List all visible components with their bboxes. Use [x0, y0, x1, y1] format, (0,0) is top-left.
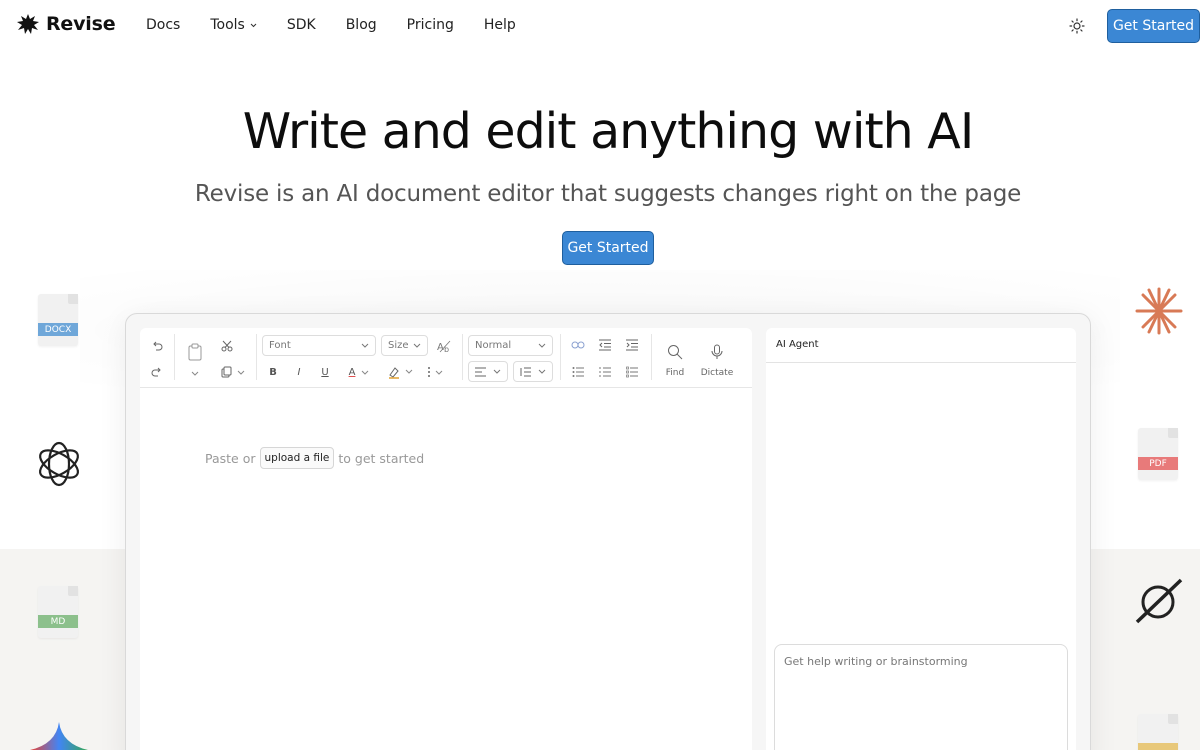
theme-toggle-sun-icon[interactable] [1069, 18, 1085, 38]
underline-button[interactable]: U [318, 365, 332, 379]
copy-icon[interactable] [220, 365, 248, 379]
docx-file-icon: DOCX [38, 294, 78, 346]
chevron-down-icon [413, 343, 421, 348]
paragraph-style-select[interactable]: Normal [468, 335, 553, 356]
size-select-label: Size [388, 340, 409, 351]
nav-link-label: SDK [286, 17, 316, 33]
placeholder-before: Paste or [205, 450, 256, 466]
indent-increase-icon[interactable] [625, 338, 639, 352]
dictate-button[interactable]: Dictate [700, 339, 734, 383]
paste-options-chevron-icon[interactable] [190, 368, 200, 378]
openai-logo-icon [33, 438, 85, 494]
nav-link-label: Pricing [406, 17, 454, 33]
nav-link-help[interactable]: Help [484, 17, 516, 33]
dictate-label: Dictate [700, 368, 734, 378]
nav-link-pricing[interactable]: Pricing [407, 17, 454, 33]
line-spacing-select[interactable] [513, 361, 553, 382]
brand-name: Revise [46, 13, 116, 35]
claude-logo-icon [1134, 286, 1184, 340]
paste-icon[interactable] [186, 342, 204, 362]
align-left-icon [475, 367, 486, 376]
font-color-label: A [348, 366, 356, 378]
txt-file-icon [1138, 714, 1178, 750]
line-spacing-icon [520, 367, 531, 376]
md-file-icon: MD [38, 586, 78, 638]
top-nav: Revise Docs Tools SDK Blog Pricing Help … [0, 0, 1200, 52]
placeholder-after: to get started [338, 450, 425, 466]
italic-button[interactable]: I [292, 365, 306, 379]
pdf-file-icon: PDF [1138, 428, 1178, 480]
indent-decrease-icon[interactable] [598, 338, 612, 352]
highlight-icon[interactable] [386, 364, 416, 380]
microphone-icon [711, 344, 723, 359]
checklist-icon[interactable] [625, 365, 639, 379]
file-tag: DOCX [38, 323, 78, 336]
link-icon[interactable] [570, 339, 586, 351]
nav-link-label: Docs [146, 17, 181, 33]
ai-agent-title: AI Agent [766, 328, 1076, 363]
nav-link-blog[interactable]: Blog [346, 17, 377, 33]
chevron-down-icon[interactable] [434, 365, 444, 379]
font-select-label: Font [269, 340, 291, 351]
cut-icon[interactable] [220, 339, 234, 353]
clear-formatting-icon[interactable]: Ab [436, 338, 452, 354]
ai-agent-panel: AI Agent Get help writing or brainstormi… [766, 328, 1076, 750]
nav-link-docs[interactable]: Docs [146, 17, 180, 33]
nav-link-label: Tools [210, 17, 245, 33]
alignment-select[interactable] [468, 361, 508, 382]
logo[interactable]: Revise [16, 13, 116, 35]
chevron-down-icon [538, 369, 546, 374]
grok-logo-icon [1133, 578, 1185, 630]
chevron-down-icon [538, 343, 546, 348]
size-select[interactable]: Size [381, 335, 428, 356]
more-options-icon[interactable] [424, 365, 434, 379]
bold-button[interactable]: B [266, 365, 280, 379]
font-select[interactable]: Font [262, 335, 376, 356]
search-icon [668, 345, 683, 360]
nav-links: Docs Tools SDK Blog Pricing Help [146, 17, 546, 33]
ai-prompt-input[interactable]: Get help writing or brainstorming [774, 644, 1068, 750]
hero-get-started-button[interactable]: Get Started [562, 231, 654, 265]
chevron-down-icon [493, 369, 501, 374]
paragraph-style-label: Normal [475, 340, 512, 351]
numbered-list-icon[interactable] [598, 365, 612, 379]
font-color-button[interactable]: A [344, 364, 374, 380]
editor-placeholder: Paste or upload a file to get started [205, 447, 424, 469]
nav-get-started-button[interactable]: Get Started [1107, 9, 1200, 43]
nav-link-label: Blog [345, 17, 377, 33]
bullet-list-icon[interactable] [571, 365, 585, 379]
gemini-logo-icon [30, 720, 88, 750]
chevron-down-icon [361, 343, 369, 348]
chevron-down-icon [362, 370, 369, 375]
editor-toolbar: Font Size Ab B I U A Normal Find Dictate [140, 328, 752, 388]
upload-file-button[interactable]: upload a file [259, 447, 335, 469]
find-label: Find [665, 368, 685, 378]
revise-logo-icon [17, 14, 39, 34]
nav-link-sdk[interactable]: SDK [287, 17, 316, 33]
file-tag: MD [38, 615, 78, 628]
document-editor[interactable]: Font Size Ab B I U A Normal Find Dictate… [140, 328, 752, 750]
nav-link-label: Help [483, 17, 516, 33]
chevron-down-icon [250, 23, 257, 27]
redo-icon[interactable] [150, 365, 164, 379]
nav-link-tools[interactable]: Tools [210, 17, 257, 33]
hero-title: Write and edit anything with AI [242, 103, 975, 160]
file-tag: PDF [1138, 457, 1178, 470]
find-button[interactable]: Find [662, 339, 688, 383]
undo-icon[interactable] [150, 339, 164, 353]
hero-subtitle: Revise is an AI document editor that sug… [194, 181, 1022, 207]
